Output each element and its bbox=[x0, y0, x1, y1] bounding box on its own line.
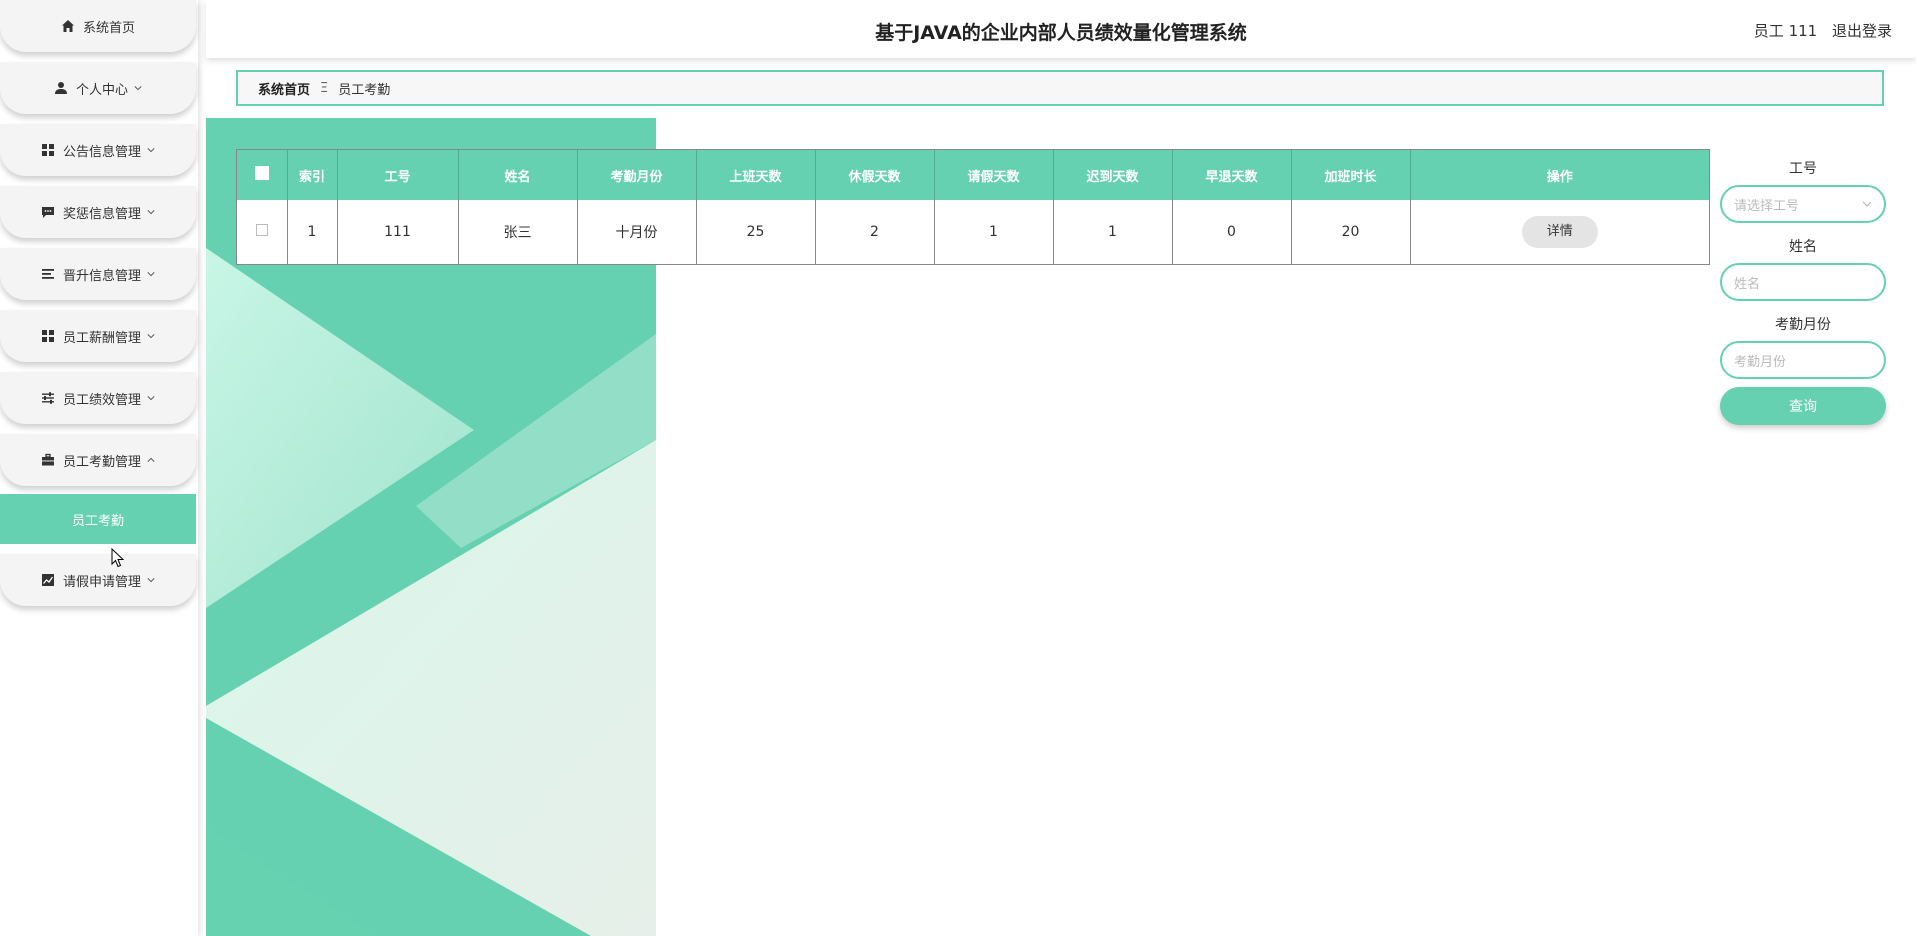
breadcrumb-current: 员工考勤 bbox=[338, 82, 391, 98]
cell-vacation-days: 2 bbox=[815, 200, 935, 264]
row-checkbox[interactable] bbox=[255, 224, 268, 236]
sidebar-item-label: 系统首页 bbox=[82, 20, 135, 36]
column-header: 请假天数 bbox=[934, 150, 1054, 200]
sidebar-subitem-attendance[interactable]: 员工考勤 bbox=[0, 494, 196, 544]
chevron-up-icon bbox=[147, 456, 155, 464]
cell-overtime: 20 bbox=[1291, 200, 1411, 264]
person-icon bbox=[54, 81, 68, 95]
sidebar-item-label: 晋升信息管理 bbox=[62, 268, 141, 284]
select-all-checkbox[interactable] bbox=[254, 166, 269, 180]
grid-icon bbox=[41, 143, 55, 157]
column-header: 索引 bbox=[287, 150, 338, 200]
cell-early-days: 0 bbox=[1172, 200, 1292, 264]
column-header: 早退天数 bbox=[1172, 150, 1292, 200]
column-header: 姓名 bbox=[458, 150, 578, 200]
id-select[interactable]: 请选择工号 bbox=[1720, 185, 1886, 223]
grid-icon bbox=[41, 329, 55, 343]
list-icon bbox=[41, 267, 55, 281]
chevron-down-icon bbox=[147, 394, 155, 402]
cell-work-days: 25 bbox=[696, 200, 816, 264]
cell-name: 张三 bbox=[458, 200, 578, 264]
top-header: 基于JAVA的企业内部人员绩效量化管理系统 员工 111 退出登录 bbox=[206, 0, 1916, 58]
breadcrumb-home[interactable]: 系统首页 bbox=[258, 79, 310, 98]
chevron-down-icon bbox=[147, 576, 155, 584]
table-header-row: 索引 工号 姓名 考勤月份 上班天数 休假天数 请假天数 迟到天数 早退天数 加… bbox=[237, 150, 1709, 200]
id-select-placeholder: 请选择工号 bbox=[1734, 198, 1800, 214]
chevron-down-icon bbox=[147, 146, 155, 154]
home-icon bbox=[61, 19, 75, 33]
breadcrumb: 系统首页 Ξ 员工考勤 bbox=[236, 70, 1884, 106]
month-input[interactable]: 考勤月份 bbox=[1720, 341, 1886, 379]
chevron-down-icon bbox=[1862, 197, 1872, 212]
column-header: 考勤月份 bbox=[577, 150, 697, 200]
name-input-placeholder: 姓名 bbox=[1734, 276, 1761, 292]
select-all-header bbox=[237, 150, 288, 200]
chart-icon bbox=[41, 573, 55, 587]
month-label: 考勤月份 bbox=[1775, 317, 1831, 333]
cell-index: 1 bbox=[287, 200, 338, 264]
page-title: 基于JAVA的企业内部人员绩效量化管理系统 bbox=[875, 22, 1247, 44]
sidebar: 系统首页 个人中心 公告信息管理 奖惩信息管理 晋升信息管理 员工薪酬管理 员工… bbox=[0, 0, 198, 936]
table-row: 1 111 张三 十月份 25 2 1 1 0 20 详情 bbox=[237, 200, 1709, 264]
search-button[interactable]: 查询 bbox=[1720, 387, 1886, 425]
chevron-down-icon bbox=[147, 332, 155, 340]
column-header: 加班时长 bbox=[1291, 150, 1411, 200]
detail-button[interactable]: 详情 bbox=[1521, 216, 1598, 248]
chevron-down-icon bbox=[134, 84, 142, 92]
cell-leave-days: 1 bbox=[934, 200, 1054, 264]
sidebar-item-label: 员工薪酬管理 bbox=[62, 330, 141, 346]
sidebar-item-promotion[interactable]: 晋升信息管理 bbox=[0, 248, 196, 300]
sidebar-item-attendance[interactable]: 员工考勤管理 bbox=[0, 434, 196, 486]
sidebar-item-home[interactable]: 系统首页 bbox=[0, 0, 196, 52]
name-input[interactable]: 姓名 bbox=[1720, 263, 1886, 301]
column-header: 上班天数 bbox=[696, 150, 816, 200]
cell-late-days: 1 bbox=[1053, 200, 1173, 264]
search-panel: 工号 请选择工号 姓名 姓名 考勤月份 考勤月份 查询 bbox=[1720, 150, 1886, 425]
month-input-placeholder: 考勤月份 bbox=[1734, 354, 1787, 370]
column-header: 休假天数 bbox=[815, 150, 935, 200]
chevron-down-icon bbox=[147, 270, 155, 278]
column-header: 操作 bbox=[1410, 150, 1709, 200]
row-select-cell bbox=[237, 200, 288, 264]
sidebar-item-label: 请假申请管理 bbox=[62, 574, 141, 590]
column-header: 工号 bbox=[337, 150, 459, 200]
sidebar-item-personal-center[interactable]: 个人中心 bbox=[0, 62, 196, 114]
sidebar-item-label: 公告信息管理 bbox=[62, 144, 141, 160]
user-label: 员工 111 bbox=[1753, 22, 1818, 40]
sidebar-item-label: 员工绩效管理 bbox=[62, 392, 141, 408]
sidebar-item-salary[interactable]: 员工薪酬管理 bbox=[0, 310, 196, 362]
cell-action: 详情 bbox=[1410, 200, 1709, 264]
sidebar-item-reward[interactable]: 奖惩信息管理 bbox=[0, 186, 196, 238]
sidebar-item-performance[interactable]: 员工绩效管理 bbox=[0, 372, 196, 424]
sliders-icon bbox=[41, 391, 55, 405]
breadcrumb-separator: Ξ bbox=[320, 80, 329, 96]
sidebar-item-label: 个人中心 bbox=[75, 82, 128, 98]
column-header: 迟到天数 bbox=[1053, 150, 1173, 200]
cell-id: 111 bbox=[337, 200, 459, 264]
attendance-table: 索引 工号 姓名 考勤月份 上班天数 休假天数 请假天数 迟到天数 早退天数 加… bbox=[236, 149, 1710, 265]
user-area: 员工 111 退出登录 bbox=[1744, 20, 1892, 41]
cell-month: 十月份 bbox=[577, 200, 697, 264]
logout-link[interactable]: 退出登录 bbox=[1832, 22, 1892, 40]
chevron-down-icon bbox=[147, 208, 155, 216]
chat-icon bbox=[41, 205, 55, 219]
name-label: 姓名 bbox=[1789, 239, 1817, 255]
sidebar-item-leave[interactable]: 请假申请管理 bbox=[0, 554, 196, 606]
id-label: 工号 bbox=[1789, 161, 1817, 177]
mouse-cursor-icon bbox=[111, 548, 125, 568]
sidebar-item-label: 员工考勤管理 bbox=[62, 454, 141, 470]
sidebar-item-notice[interactable]: 公告信息管理 bbox=[0, 124, 196, 176]
briefcase-icon bbox=[41, 453, 55, 467]
sidebar-item-label: 奖惩信息管理 bbox=[62, 206, 141, 222]
